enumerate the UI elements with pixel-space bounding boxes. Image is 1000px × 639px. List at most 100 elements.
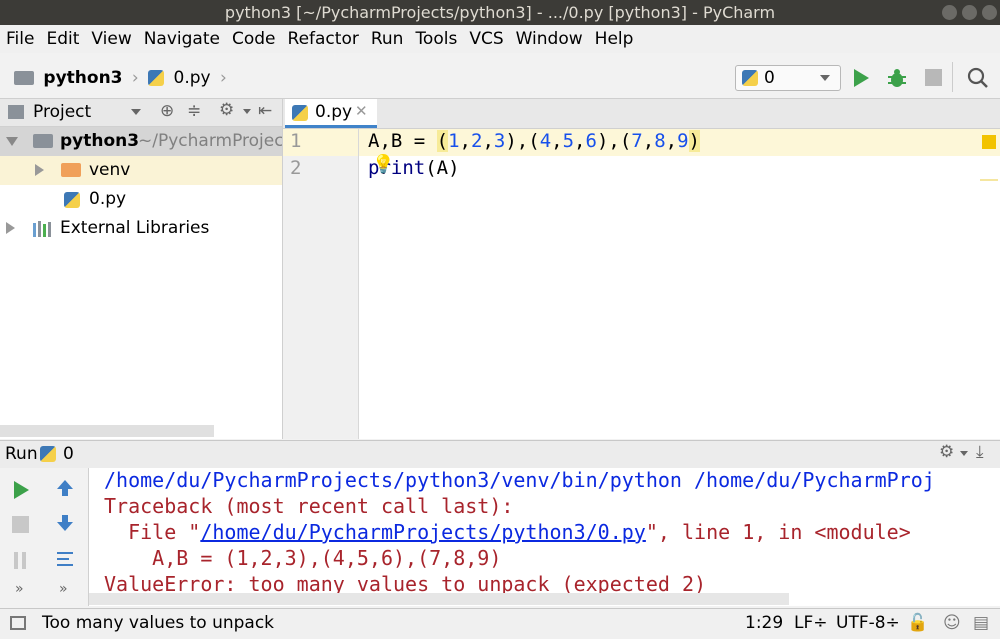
pause-icon[interactable] — [12, 552, 29, 569]
menu-tools[interactable]: Tools — [409, 25, 463, 53]
file-encoding[interactable]: UTF-8÷ — [836, 613, 900, 633]
line-number: 2 — [290, 157, 302, 179]
run-toolbar: » » — [0, 468, 89, 606]
tree-label: External Libraries — [60, 218, 210, 238]
debug-icon[interactable] — [886, 67, 908, 89]
run-panel-header: Run 0 ⚙ ⤓ — [0, 440, 1000, 469]
search-icon[interactable] — [967, 67, 989, 89]
minimize-button[interactable] — [942, 5, 957, 20]
menu-file[interactable]: File — [0, 25, 40, 53]
chevron-down-icon[interactable] — [960, 451, 968, 456]
arrow-down-icon[interactable] — [55, 513, 75, 533]
tree-path: ~/PycharmProject — [138, 131, 282, 151]
tab-label: 0.py — [315, 102, 353, 122]
console-line-file: File "/home/du/PycharmProjects/python3/0… — [104, 520, 911, 544]
console-output[interactable]: /home/du/PycharmProjects/python3/venv/bi… — [89, 468, 1000, 606]
close-button[interactable] — [982, 5, 997, 20]
python-file-icon — [292, 105, 308, 121]
run-config-select[interactable]: 0 — [735, 65, 841, 91]
warning-marker-icon[interactable] — [982, 135, 996, 149]
menu-window[interactable]: Window — [510, 25, 589, 53]
status-bar: Too many values to unpack 1:29 LF÷ UTF-8… — [0, 608, 1000, 639]
status-message: Too many values to unpack — [42, 613, 275, 633]
soft-wrap-icon[interactable] — [55, 549, 75, 569]
project-panel-title[interactable]: Project — [33, 102, 91, 122]
locate-icon[interactable]: ⊕ — [160, 101, 174, 121]
run-panel-config[interactable]: 0 — [63, 444, 74, 464]
chevron-down-icon[interactable] — [243, 109, 251, 114]
arrow-up-icon[interactable] — [55, 478, 75, 498]
navigation-bar: python3 › 0.py › 0 — [0, 56, 1000, 99]
breadcrumb-project[interactable]: python3 — [43, 68, 122, 88]
horizontal-scrollbar[interactable] — [89, 593, 789, 605]
expand-arrow-icon[interactable] — [6, 222, 15, 234]
tree-item-venv[interactable]: venv — [0, 156, 282, 185]
tree-item-python3[interactable]: python3 ~/PycharmProject — [0, 127, 282, 156]
expand-arrow-icon[interactable] — [35, 164, 44, 176]
breadcrumb: python3 › 0.py › — [14, 68, 227, 88]
folder-icon — [61, 163, 81, 177]
menu-vcs[interactable]: VCS — [463, 25, 509, 53]
menu-view[interactable]: View — [85, 25, 137, 53]
inspector-icon[interactable]: ☺ — [943, 613, 961, 633]
run-panel-label[interactable]: Run — [5, 444, 38, 464]
error-stripe[interactable] — [980, 179, 998, 181]
more-icon[interactable]: » — [15, 581, 24, 597]
expand-arrow-icon[interactable] — [6, 137, 18, 146]
gear-icon[interactable]: ⚙ — [219, 100, 234, 120]
tool-window-toggle-icon[interactable] — [10, 616, 26, 630]
python-file-icon — [742, 70, 758, 86]
run-config-value: 0 — [764, 68, 775, 88]
toolbar-divider — [952, 62, 953, 92]
file-link[interactable]: /home/du/PycharmProjects/python3/0.py — [200, 520, 646, 544]
rerun-icon[interactable] — [12, 480, 30, 500]
chevron-down-icon[interactable] — [131, 109, 141, 115]
menu-edit[interactable]: Edit — [40, 25, 85, 53]
gear-icon[interactable]: ⚙ — [939, 442, 954, 462]
chevron-down-icon — [820, 75, 830, 81]
menu-code[interactable]: Code — [226, 25, 282, 53]
lock-icon[interactable]: 🔓 — [907, 613, 928, 633]
more-icon[interactable]: » — [59, 581, 68, 597]
python-file-icon — [40, 446, 56, 462]
chevron-right-icon: › — [220, 68, 227, 88]
tree-label: venv — [89, 160, 131, 180]
line-number: 1 — [290, 130, 302, 152]
stop-icon[interactable] — [12, 516, 29, 533]
title-bar: python3 [~/PycharmProjects/python3] - ..… — [0, 0, 1000, 25]
menu-run[interactable]: Run — [365, 25, 410, 53]
menu-navigate[interactable]: Navigate — [138, 25, 226, 53]
maximize-button[interactable] — [962, 5, 977, 20]
collapse-icon[interactable]: ≑ — [187, 101, 201, 121]
stop-icon[interactable] — [925, 69, 942, 86]
folder-icon — [14, 71, 34, 85]
run-icon[interactable] — [852, 68, 870, 88]
window-title: python3 [~/PycharmProjects/python3] - ..… — [224, 3, 776, 22]
chevron-right-icon: › — [131, 68, 139, 88]
caret-position[interactable]: 1:29 — [745, 613, 783, 633]
event-log-icon[interactable]: ▤ — [973, 613, 989, 633]
console-line-code: A,B = (1,2,3),(4,5,6),(7,8,9) — [104, 546, 502, 570]
tree-item-external-libraries[interactable]: External Libraries — [0, 214, 282, 243]
libraries-icon — [33, 221, 51, 237]
close-tab-icon[interactable]: ✕ — [355, 102, 368, 120]
folder-icon — [33, 134, 53, 148]
line-separator[interactable]: LF÷ — [794, 613, 828, 633]
hide-panel-icon[interactable]: ⤓ — [976, 442, 984, 462]
lightbulb-icon[interactable]: 💡 — [372, 154, 394, 175]
console-line-command: /home/du/PycharmProjects/python3/venv/bi… — [104, 468, 935, 492]
line-gutter: 1 2 — [283, 129, 359, 439]
python-file-icon — [64, 192, 80, 208]
tab-0-py[interactable]: 0.py ✕ — [285, 99, 377, 128]
tree-item-file[interactable]: 0.py — [0, 185, 282, 214]
menu-refactor[interactable]: Refactor — [282, 25, 365, 53]
hide-panel-icon[interactable]: ⇤ — [258, 101, 272, 121]
horizontal-scrollbar[interactable] — [0, 425, 214, 437]
breadcrumb-file[interactable]: 0.py — [174, 68, 211, 88]
editor-tab-bar — [283, 99, 1000, 129]
menu-help[interactable]: Help — [589, 25, 640, 53]
python-file-icon — [148, 70, 165, 86]
menu-bar: File Edit View Navigate Code Refactor Run Tools… — [0, 25, 1000, 53]
console-line-traceback: Traceback (most recent call last): — [104, 494, 514, 518]
code-editor[interactable]: A,B = (1,2,3),(4,5,6),(7,8,9) print(A) 💡 — [359, 129, 1000, 439]
